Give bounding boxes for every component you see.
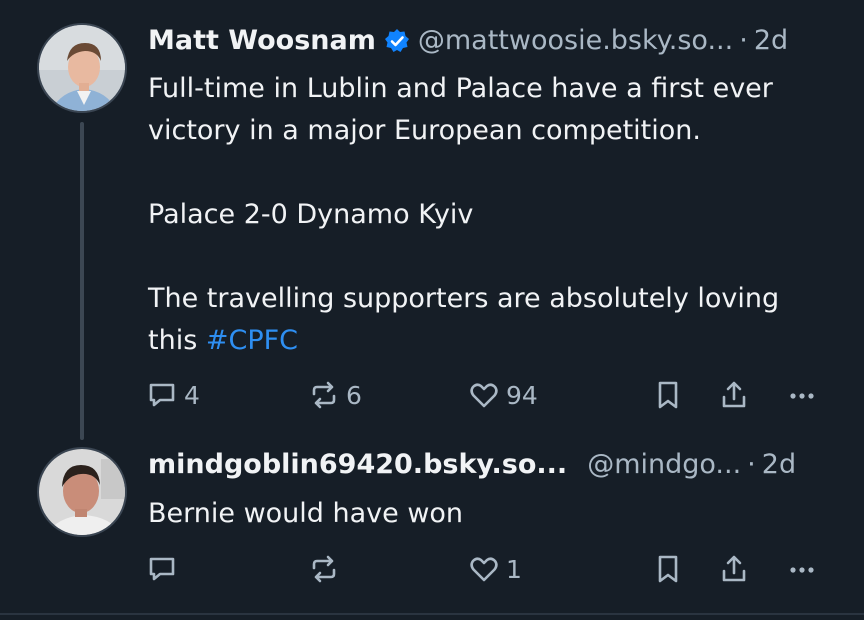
like-count: 1 bbox=[506, 554, 522, 584]
post2-body: Bernie would have won bbox=[148, 493, 848, 535]
author-name[interactable]: mindgoblin69420.bsky.so... bbox=[148, 448, 567, 482]
like-button[interactable]: 1 bbox=[468, 553, 522, 585]
post-time[interactable]: 2d bbox=[762, 448, 796, 482]
hashtag-link[interactable]: #CPFC bbox=[206, 325, 298, 356]
like-count: 94 bbox=[506, 380, 538, 410]
more-options-button[interactable] bbox=[786, 553, 818, 585]
like-icon bbox=[470, 557, 498, 582]
like-icon bbox=[470, 383, 498, 408]
repost-button[interactable]: 6 bbox=[308, 379, 362, 411]
like-button[interactable]: 94 bbox=[468, 379, 538, 411]
share-icon bbox=[722, 381, 746, 408]
repost-count: 6 bbox=[346, 380, 362, 410]
author-handle[interactable]: @mattwoosie.bsky.so... bbox=[418, 24, 733, 58]
repost-icon bbox=[312, 555, 336, 583]
post1-body: Full-time in Lublin and Palace have a fi… bbox=[148, 68, 848, 362]
post-text-line: this #CPFC bbox=[148, 320, 848, 362]
separator-dot: · bbox=[739, 25, 748, 56]
post2-header: mindgoblin69420.bsky.so... @mindgo... · … bbox=[148, 448, 832, 482]
post1-header: Matt Woosnam @mattwoosie.bsky.so... · 2d bbox=[148, 24, 832, 58]
share-icon bbox=[722, 555, 746, 582]
share-button[interactable] bbox=[718, 553, 750, 585]
author-handle[interactable]: @mindgo... bbox=[587, 448, 741, 482]
post-text-line: The travelling supporters are absolutely… bbox=[148, 283, 780, 314]
bookmark-button[interactable] bbox=[652, 553, 684, 585]
reply-count: 4 bbox=[184, 380, 200, 410]
post1-actions: 4 6 94 bbox=[146, 379, 836, 415]
avatar-matt-woosnam[interactable] bbox=[37, 23, 127, 113]
repost-button[interactable] bbox=[308, 553, 346, 585]
post-text-line: Bernie would have won bbox=[148, 498, 464, 529]
bookmark-icon bbox=[658, 381, 678, 409]
more-icon bbox=[790, 567, 814, 573]
share-button[interactable] bbox=[718, 379, 750, 411]
thread-line bbox=[80, 122, 84, 440]
bookmark-icon bbox=[658, 555, 678, 583]
more-options-button[interactable] bbox=[786, 379, 818, 411]
bookmark-button[interactable] bbox=[652, 379, 684, 411]
post-text-line: Palace 2-0 Dynamo Kyiv bbox=[148, 199, 474, 230]
reply-icon bbox=[149, 383, 175, 407]
post-text-prefix: this bbox=[148, 325, 198, 356]
post2-actions: 1 bbox=[146, 553, 836, 589]
post-text-line: victory in a major European competition. bbox=[148, 115, 701, 146]
avatar-mindgoblin[interactable] bbox=[37, 447, 127, 537]
reply-icon bbox=[149, 557, 175, 581]
post-time[interactable]: 2d bbox=[754, 24, 788, 58]
separator-dot: · bbox=[747, 449, 756, 480]
verified-icon bbox=[384, 29, 409, 52]
post-divider bbox=[0, 613, 864, 615]
post-text-line: Full-time in Lublin and Palace have a fi… bbox=[148, 73, 773, 104]
reply-button[interactable] bbox=[146, 553, 184, 585]
reply-button[interactable]: 4 bbox=[146, 379, 200, 411]
more-icon bbox=[790, 393, 814, 399]
author-name[interactable]: Matt Woosnam bbox=[148, 24, 376, 58]
repost-icon bbox=[312, 381, 336, 409]
